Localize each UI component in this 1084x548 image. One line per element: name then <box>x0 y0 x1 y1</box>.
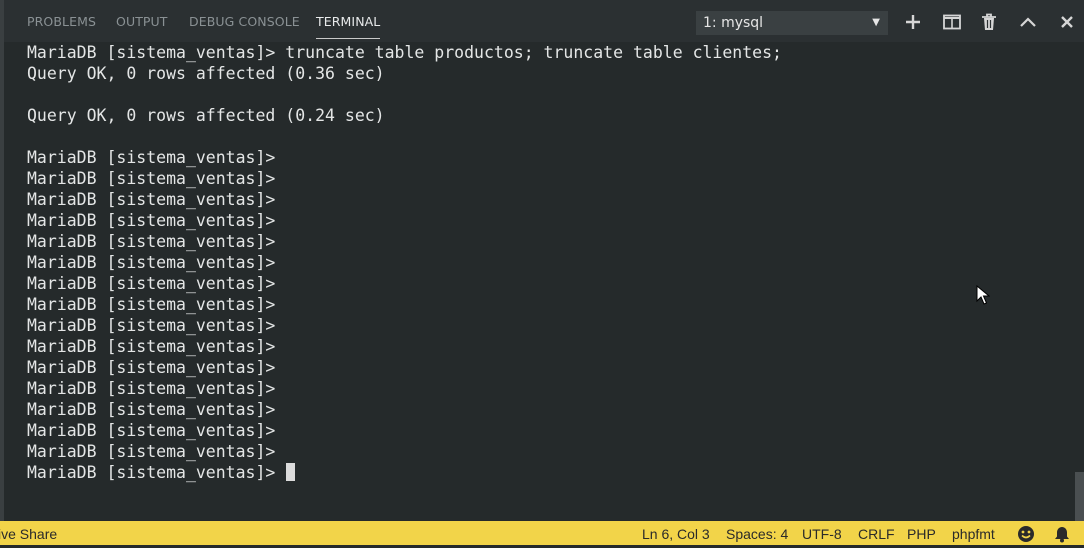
status-bar: ive Share Ln 6, Col 3 Spaces: 4 UTF-8 CR… <box>0 521 1084 545</box>
indentation-setting[interactable]: Spaces: 4 <box>726 521 788 545</box>
terminal-output: MariaDB [sistema_ventas]> truncate table… <box>27 21 782 483</box>
smiley-icon[interactable] <box>1017 525 1035 543</box>
terminal-line: MariaDB [sistema_ventas]> <box>27 211 276 230</box>
plus-icon[interactable] <box>902 11 924 33</box>
terminal-line: MariaDB [sistema_ventas]> <box>27 316 276 335</box>
caret-down-icon: ▼ <box>872 17 880 28</box>
terminal-line: MariaDB [sistema_ventas]> <box>27 337 276 356</box>
encoding-setting[interactable]: UTF-8 <box>802 521 842 545</box>
terminal-line: MariaDB [sistema_ventas]> <box>27 358 276 377</box>
terminal-line: MariaDB [sistema_ventas]> <box>27 274 276 293</box>
terminal-line: MariaDB [sistema_ventas]> <box>27 190 276 209</box>
terminal-line: MariaDB [sistema_ventas]> <box>27 169 276 188</box>
terminal-view[interactable]: MariaDB [sistema_ventas]> truncate table… <box>0 42 1084 521</box>
bell-icon[interactable] <box>1053 525 1071 543</box>
close-icon[interactable] <box>1056 11 1078 33</box>
terminal-line: MariaDB [sistema_ventas]> <box>27 462 782 483</box>
terminal-line: MariaDB [sistema_ventas]> <box>27 295 276 314</box>
terminal-line: MariaDB [sistema_ventas]> <box>27 379 276 398</box>
live-share-button[interactable]: ive Share <box>0 521 57 545</box>
terminal-line: MariaDB [sistema_ventas]> <box>27 148 276 167</box>
terminal-line: MariaDB [sistema_ventas]> <box>27 232 276 251</box>
terminal-line: Query OK, 0 rows affected (0.24 sec) <box>27 106 385 125</box>
formatter-status[interactable]: phpfmt <box>952 521 995 545</box>
chevron-up-icon[interactable] <box>1017 11 1039 33</box>
terminal-line: MariaDB [sistema_ventas]> <box>27 400 276 419</box>
trash-icon[interactable] <box>978 11 1000 33</box>
terminal-line: MariaDB [sistema_ventas]> <box>27 253 276 272</box>
eol-setting[interactable]: CRLF <box>858 521 895 545</box>
language-mode[interactable]: PHP <box>907 521 936 545</box>
cursor-position[interactable]: Ln 6, Col 3 <box>642 521 710 545</box>
mouse-pointer-icon <box>976 284 991 309</box>
terminal-scrollbar[interactable] <box>1075 472 1084 521</box>
split-icon[interactable] <box>941 11 963 33</box>
terminal-cursor <box>286 463 296 481</box>
terminal-line: MariaDB [sistema_ventas]> <box>27 442 276 461</box>
terminal-line: MariaDB [sistema_ventas]> <box>27 421 276 440</box>
terminal-line: Query OK, 0 rows affected (0.36 sec) <box>27 64 385 83</box>
terminal-line: MariaDB [sistema_ventas]> truncate table… <box>27 43 782 62</box>
